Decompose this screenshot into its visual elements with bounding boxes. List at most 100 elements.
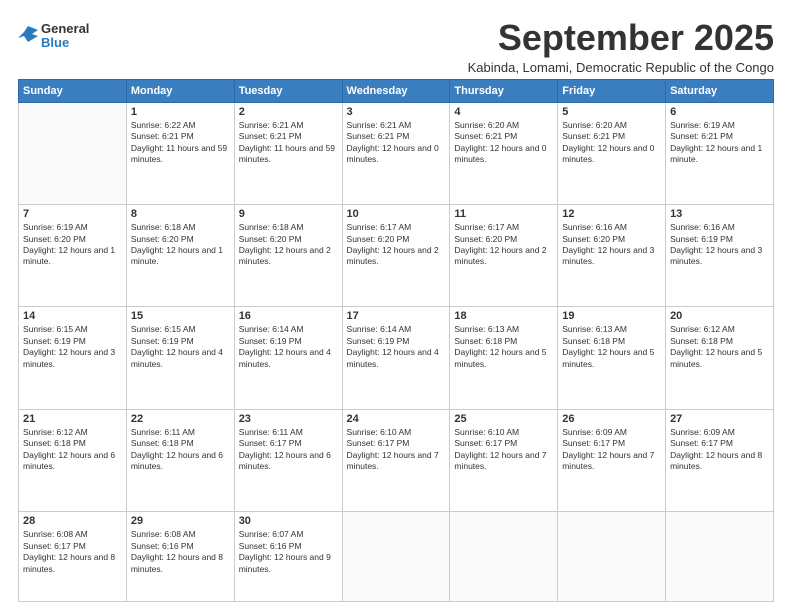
table-row (666, 512, 774, 602)
logo: General Blue (18, 22, 89, 51)
day-info: Sunrise: 6:20 AM Sunset: 6:21 PM Dayligh… (562, 120, 661, 166)
table-row: 20Sunrise: 6:12 AM Sunset: 6:18 PM Dayli… (666, 307, 774, 409)
header-monday: Monday (126, 79, 234, 102)
table-row: 16 Sunrise: 6:14 AM Sunset: 6:19 PM Dayli… (234, 307, 342, 409)
table-row: 29 Sunrise: 6:08 AM Sunset: 6:16 PM Dayli… (126, 512, 234, 602)
day-number: 11 (454, 208, 553, 220)
day-info: Sunrise: 6:14 AM Sunset: 6:19 PM Dayligh… (347, 324, 446, 370)
calendar-week-row: 28Sunrise: 6:08 AM Sunset: 6:17 PM Dayli… (19, 512, 774, 602)
day-info: Sunrise: 6:21 AM Sunset: 6:21 PM Dayligh… (239, 120, 338, 166)
table-row: 14Sunrise: 6:15 AM Sunset: 6:19 PM Dayli… (19, 307, 127, 409)
day-info: Sunrise: 6:15 AM Sunset: 6:19 PM Dayligh… (131, 324, 230, 370)
table-row: 30 Sunrise: 6:07 AM Sunset: 6:16 PM Dayli… (234, 512, 342, 602)
day-number: 7 (23, 208, 122, 220)
day-info: Sunrise: 6:09 AM Sunset: 6:17 PM Dayligh… (562, 427, 661, 473)
day-number: 13 (670, 208, 769, 220)
table-row: 24 Sunrise: 6:10 AM Sunset: 6:17 PM Dayli… (342, 409, 450, 511)
day-number: 8 (131, 208, 230, 220)
day-info: Sunrise: 6:14 AM Sunset: 6:19 PM Dayligh… (239, 324, 338, 370)
day-number: 4 (454, 106, 553, 118)
day-number: 14 (23, 310, 122, 322)
logo-blue: Blue (41, 36, 89, 50)
table-row (450, 512, 558, 602)
day-number: 18 (454, 310, 553, 322)
day-number: 30 (239, 515, 338, 527)
table-row (19, 102, 127, 204)
day-number: 22 (131, 413, 230, 425)
day-number: 23 (239, 413, 338, 425)
day-number: 26 (562, 413, 661, 425)
table-row: 1 Sunrise: 6:22 AM Sunset: 6:21 PM Daylig… (126, 102, 234, 204)
calendar-week-row: 1 Sunrise: 6:22 AM Sunset: 6:21 PM Daylig… (19, 102, 774, 204)
table-row: 22 Sunrise: 6:11 AM Sunset: 6:18 PM Dayli… (126, 409, 234, 511)
table-row: 23 Sunrise: 6:11 AM Sunset: 6:17 PM Dayli… (234, 409, 342, 511)
table-row: 5 Sunrise: 6:20 AM Sunset: 6:21 PM Daylig… (558, 102, 666, 204)
day-info: Sunrise: 6:19 AM Sunset: 6:21 PM Dayligh… (670, 120, 769, 166)
calendar-week-row: 14 Sunrise: 6:15 AM Sunset: 6:19 PM Dayli… (19, 307, 774, 409)
day-info: Sunrise: 6:17 AM Sunset: 6:20 PM Dayligh… (454, 222, 553, 268)
title-block: September 2025 Kabinda, Lomami, Democrat… (468, 18, 774, 75)
calendar-table: Sunday Monday Tuesday Wednesday Thursday… (18, 79, 774, 602)
table-row: 10 Sunrise: 6:17 AM Sunset: 6:20 PM Dayli… (342, 205, 450, 307)
header-friday: Friday (558, 79, 666, 102)
table-row: 15 Sunrise: 6:15 AM Sunset: 6:19 PM Dayli… (126, 307, 234, 409)
table-row: 18Sunrise: 6:13 AM Sunset: 6:18 PM Dayli… (450, 307, 558, 409)
table-row: 7 Sunrise: 6:19 AM Sunset: 6:20 PM Daylig… (19, 205, 127, 307)
table-row (558, 512, 666, 602)
header-saturday: Saturday (666, 79, 774, 102)
table-row: 27 Sunrise: 6:09 AM Sunset: 6:17 PM Dayli… (666, 409, 774, 511)
day-number: 19 (562, 310, 661, 322)
day-info: Sunrise: 6:13 AM Sunset: 6:18 PM Dayligh… (562, 324, 661, 370)
day-number: 28 (23, 515, 122, 527)
day-info: Sunrise: 6:07 AM Sunset: 6:16 PM Dayligh… (239, 529, 338, 575)
day-info: Sunrise: 6:09 AM Sunset: 6:17 PM Dayligh… (670, 427, 769, 473)
day-info: Sunrise: 6:20 AM Sunset: 6:21 PM Dayligh… (454, 120, 553, 166)
day-info: Sunrise: 6:16 AM Sunset: 6:20 PM Dayligh… (562, 222, 661, 268)
day-info: Sunrise: 6:18 AM Sunset: 6:20 PM Dayligh… (239, 222, 338, 268)
day-info: Sunrise: 6:10 AM Sunset: 6:17 PM Dayligh… (347, 427, 446, 473)
day-info: Sunrise: 6:08 AM Sunset: 6:16 PM Dayligh… (131, 529, 230, 575)
table-row: 12Sunrise: 6:16 AM Sunset: 6:20 PM Dayli… (558, 205, 666, 307)
day-info: Sunrise: 6:19 AM Sunset: 6:20 PM Dayligh… (23, 222, 122, 268)
day-number: 25 (454, 413, 553, 425)
header-sunday: Sunday (19, 79, 127, 102)
table-row: 19 Sunrise: 6:13 AM Sunset: 6:18 PM Dayli… (558, 307, 666, 409)
table-row: 2 Sunrise: 6:21 AM Sunset: 6:21 PM Daylig… (234, 102, 342, 204)
day-number: 27 (670, 413, 769, 425)
month-title: September 2025 (468, 18, 774, 58)
day-number: 6 (670, 106, 769, 118)
calendar-week-row: 7 Sunrise: 6:19 AM Sunset: 6:20 PM Daylig… (19, 205, 774, 307)
calendar-header-row: Sunday Monday Tuesday Wednesday Thursday… (19, 79, 774, 102)
day-info: Sunrise: 6:12 AM Sunset: 6:18 PM Dayligh… (670, 324, 769, 370)
table-row (342, 512, 450, 602)
day-number: 9 (239, 208, 338, 220)
day-number: 16 (239, 310, 338, 322)
table-row: 17Sunrise: 6:14 AM Sunset: 6:19 PM Dayli… (342, 307, 450, 409)
day-info: Sunrise: 6:12 AM Sunset: 6:18 PM Dayligh… (23, 427, 122, 473)
day-number: 1 (131, 106, 230, 118)
day-info: Sunrise: 6:22 AM Sunset: 6:21 PM Dayligh… (131, 120, 230, 166)
logo-bird-icon (18, 24, 38, 44)
logo-general: General (41, 22, 89, 36)
table-row: 9 Sunrise: 6:18 AM Sunset: 6:20 PM Daylig… (234, 205, 342, 307)
day-number: 24 (347, 413, 446, 425)
day-info: Sunrise: 6:18 AM Sunset: 6:20 PM Dayligh… (131, 222, 230, 268)
calendar-week-row: 21Sunrise: 6:12 AM Sunset: 6:18 PM Dayli… (19, 409, 774, 511)
table-row: 3 Sunrise: 6:21 AM Sunset: 6:21 PM Daylig… (342, 102, 450, 204)
table-row: 13Sunrise: 6:16 AM Sunset: 6:19 PM Dayli… (666, 205, 774, 307)
day-number: 2 (239, 106, 338, 118)
header-wednesday: Wednesday (342, 79, 450, 102)
header-thursday: Thursday (450, 79, 558, 102)
day-number: 3 (347, 106, 446, 118)
day-number: 29 (131, 515, 230, 527)
table-row: 26 Sunrise: 6:09 AM Sunset: 6:17 PM Dayli… (558, 409, 666, 511)
day-info: Sunrise: 6:11 AM Sunset: 6:18 PM Dayligh… (131, 427, 230, 473)
table-row: 11 Sunrise: 6:17 AM Sunset: 6:20 PM Dayli… (450, 205, 558, 307)
day-number: 10 (347, 208, 446, 220)
day-number: 5 (562, 106, 661, 118)
day-info: Sunrise: 6:17 AM Sunset: 6:20 PM Dayligh… (347, 222, 446, 268)
day-info: Sunrise: 6:21 AM Sunset: 6:21 PM Dayligh… (347, 120, 446, 166)
day-info: Sunrise: 6:11 AM Sunset: 6:17 PM Dayligh… (239, 427, 338, 473)
day-number: 15 (131, 310, 230, 322)
header-tuesday: Tuesday (234, 79, 342, 102)
